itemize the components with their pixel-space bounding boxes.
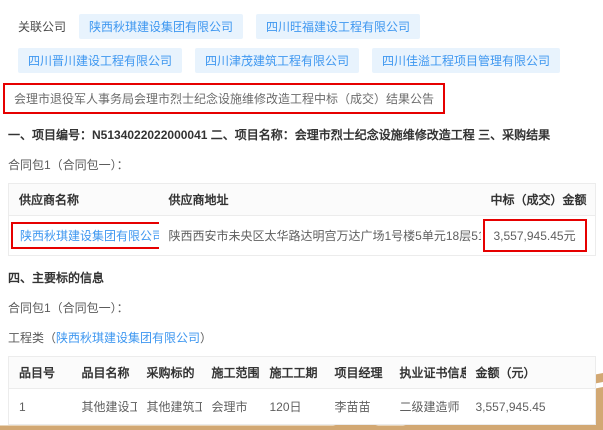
construction-scope-cell: 会理市 (202, 389, 260, 425)
title-row: 会理市退役军人事务局会理市烈士纪念设施维修改造工程中标（成交）结果公告 (8, 73, 595, 114)
col-header-construction-period: 施工工期 (260, 357, 325, 389)
col-header-item-name: 品目名称 (72, 357, 137, 389)
bid-item-table: 品目号 品目名称 采购标的 施工范围 施工工期 项目经理 执业证书信息 金额（元… (8, 356, 596, 425)
item-no-cell: 1 (9, 389, 72, 425)
related-companies-label: 关联公司 (18, 18, 66, 35)
category-company-link[interactable]: 陕西秋琪建设集团有限公司 (56, 331, 200, 345)
supplier-table-row: 陕西秋琪建设集团有限公司 陕西西安市未央区太华路达明宫万达广场1号楼5单元18层… (9, 216, 596, 256)
announcement-title: 会理市退役军人事务局会理市烈士纪念设施维修改造工程中标（成交）结果公告 (3, 83, 445, 114)
amount-cell: 3,557,945.45 (466, 389, 596, 425)
item-table-header-row: 品目号 品目名称 采购标的 施工范围 施工工期 项目经理 执业证书信息 金额（元… (9, 357, 596, 389)
item-name-cell: 其他建设工程 (72, 389, 137, 425)
col-header-amount: 金额（元） (466, 357, 596, 389)
col-header-supplier-name: 供应商名称 (9, 184, 159, 216)
item-table-row: 1 其他建设工程 其他建筑工程 会理市 120日 李苗苗 二级建造师 3,557… (9, 389, 596, 425)
related-company-chip[interactable]: 四川旺福建设工程有限公司 (256, 14, 420, 39)
col-header-award-amount: 中标（成交）金额 (481, 184, 596, 216)
supplier-table-header-row: 供应商名称 供应商地址 中标（成交）金额 (9, 184, 596, 216)
announcement-page: 关联公司 陕西秋琪建设集团有限公司 四川旺福建设工程有限公司 四川晋川建设工程有… (0, 0, 603, 430)
project-manager-cell: 李苗苗 (325, 389, 390, 425)
col-header-construction-scope: 施工范围 (202, 357, 260, 389)
col-header-procurement-target: 采购标的 (137, 357, 202, 389)
related-company-chip[interactable]: 陕西秋琪建设集团有限公司 (79, 14, 243, 39)
col-header-project-manager: 项目经理 (325, 357, 390, 389)
award-amount-cell: 3,557,945.45元 (481, 216, 596, 256)
page-content: 关联公司 陕西秋琪建设集团有限公司 四川旺福建设工程有限公司 四川晋川建设工程有… (0, 0, 603, 425)
supplier-result-table: 供应商名称 供应商地址 中标（成交）金额 陕西秋琪建设集团有限公司 陕西西安市未… (8, 183, 596, 256)
related-company-chip[interactable]: 四川佳溢工程项目管理有限公司 (372, 48, 560, 73)
col-header-license-info: 执业证书信息 (390, 357, 466, 389)
supplier-name-link[interactable]: 陕西秋琪建设集团有限公司 (20, 229, 159, 243)
col-header-supplier-address: 供应商地址 (159, 184, 481, 216)
category-line: 工程类（陕西秋琪建设集团有限公司） (8, 329, 595, 346)
related-company-chip[interactable]: 四川晋川建设工程有限公司 (18, 48, 182, 73)
supplier-name-cell: 陕西秋琪建设集团有限公司 (9, 216, 159, 256)
construction-period-cell: 120日 (260, 389, 325, 425)
col-header-item-no: 品目号 (9, 357, 72, 389)
license-info-cell: 二级建造师 (390, 389, 466, 425)
related-companies-row: 关联公司 陕西秋琪建设集团有限公司 四川旺福建设工程有限公司 四川晋川建设工程有… (8, 14, 595, 73)
package-label-1: 合同包1（合同包一）： (8, 156, 595, 173)
project-meta-line: 一、项目编号：N5134022022000041 二、项目名称：会理市烈士纪念设… (8, 126, 595, 143)
award-amount-highlight-box: 3,557,945.45元 (483, 219, 587, 252)
supplier-name-highlight-box: 陕西秋琪建设集团有限公司 (11, 222, 159, 249)
related-company-chip[interactable]: 四川津茂建筑工程有限公司 (195, 48, 359, 73)
package-label-2: 合同包1（合同包一）： (8, 299, 595, 316)
supplier-address-cell: 陕西西安市未央区太华路达明宫万达广场1号楼5单元18层51812室 (159, 216, 481, 256)
procurement-target-cell: 其他建筑工程 (137, 389, 202, 425)
category-prefix: 工程类（ (8, 331, 56, 345)
section-4-title: 四、主要标的信息 (8, 269, 595, 286)
category-suffix: ） (200, 331, 212, 345)
